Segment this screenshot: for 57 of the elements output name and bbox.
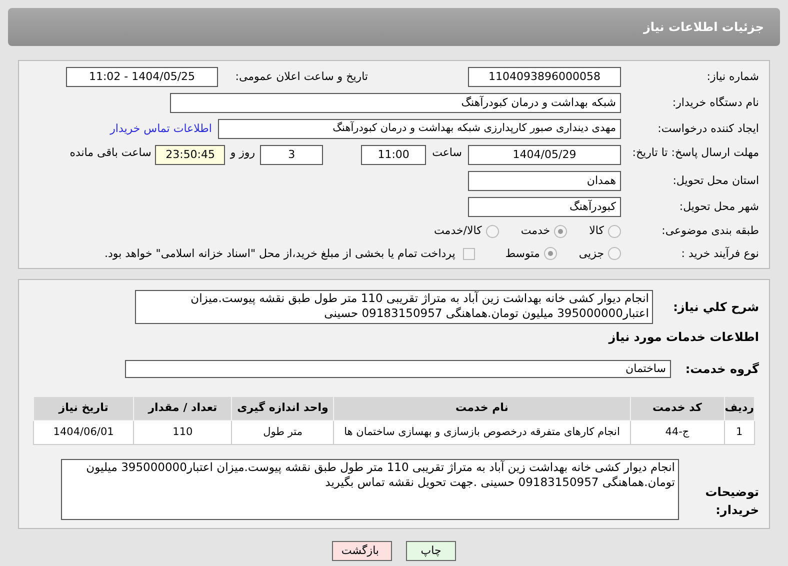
checkbox[interactable] [463,248,476,260]
radio-label: خدمت [520,223,550,239]
radio-button[interactable] [608,224,621,238]
days-field: 3 [260,145,324,165]
announce-date-field: 1404/05/25 - 11:02 [66,67,218,87]
column-header: تعداد / مقدار [134,396,232,420]
city-field: کبودرآهنگ [468,197,621,217]
field-label: ایجاد کننده درخواست: [656,120,759,137]
description-field: انجام دیوار کشی خانه بهداشت زین آباد به متراژ تقریبی 110 متر طول طبق نقشه پیوست.میزان اعتبار395000000 میلیون تومان.هماهنگی 09183150957 حسینی [135,290,653,324]
table-cell: 110 [134,420,232,444]
table-cell: ج-44 [630,420,724,444]
field-label: توضیحات خریدار: [704,484,759,519]
radio-label: جزیی [578,246,604,262]
column-header: تاریخ نیاز [34,396,134,420]
days-label: روز و [230,145,256,161]
field-label: نام دستگاه خریدار: [671,94,759,111]
remaining-time-field: 23:50:45 [155,145,226,165]
service-group-field: ساختمان [125,360,671,378]
deadline-time-field: 11:00 [361,145,426,165]
buyer-field: شبکه بهداشت و درمان کبودرآهنگ [170,93,621,113]
radio-button[interactable] [486,224,499,238]
radio-button[interactable] [608,247,621,260]
checkbox-label: پرداخت تمام یا بخشی از مبلغ خرید،از محل "اسناد خزانه اسلامی" خواهد بود. [104,246,456,262]
column-header: ردیف [724,396,754,420]
field-label: تاریخ و ساعت اعلان عمومی: [234,68,368,85]
field-label: شهر محل تحویل: [678,198,759,215]
buyer-notes-field: انجام دیوار کشی خانه بهداشت زین آباد به متراژ تقریبی 110 متر طول طبق نقشه پیوست.میزان اعتبار395000000 میلیون تومان.هماهنگی 09183150957 حسینی .جهت تحویل نقشه تماس بگیرید [61,459,679,520]
field-label: گروه خدمت: [684,361,759,378]
table-cell: انجام کارهای متفرقه درخصوص بازسازی و بهسازی ساختمان ها [334,420,630,444]
section-title: اطلاعات خدمات مورد نیاز [607,329,759,346]
column-header: نام خدمت [334,396,630,420]
remaining-label: ساعت باقی مانده [70,145,152,161]
field-label: شرح کلي نياز: [672,299,759,316]
radio-button[interactable] [554,224,568,238]
radio-label: کالا [589,223,604,239]
field-label: شماره نیاز: [706,68,759,85]
field-label: مهلت ارسال پاسخ: تا تاریخ: [631,145,759,161]
need-number-field: 1104093896000058 [468,67,621,87]
radio-label: متوسط [505,246,540,262]
table-cell: 1 [724,420,754,444]
deadline-date-field: 1404/05/29 [468,145,621,165]
column-header: کد خدمت [630,396,724,420]
page-header: جزئیات اطلاعات نیاز [8,8,780,46]
table-cell: 1404/06/01 [34,420,134,444]
contact-link[interactable]: اطلاعات تماس خریدار [110,120,212,138]
field-label: طبقه بندی موضوعی: [660,223,759,239]
radio-button[interactable] [544,247,557,260]
column-header: واحد اندازه گیری [232,396,334,420]
field-label: نوع فرآیند خرید : [680,246,759,262]
print-button[interactable]: چاپ [406,541,456,561]
table-cell: متر طول [232,420,334,444]
province-field: همدان [468,171,621,191]
time-label: ساعت [432,145,462,161]
radio-label: کالا/خدمت [434,223,482,239]
back-button[interactable]: بازگشت [332,541,392,561]
creator-field: مهدی دینداری صبور کارپدارزی شبکه بهداشت و درمان کبودرآهنگ [218,119,621,139]
field-label: استان محل تحویل: [672,172,759,189]
